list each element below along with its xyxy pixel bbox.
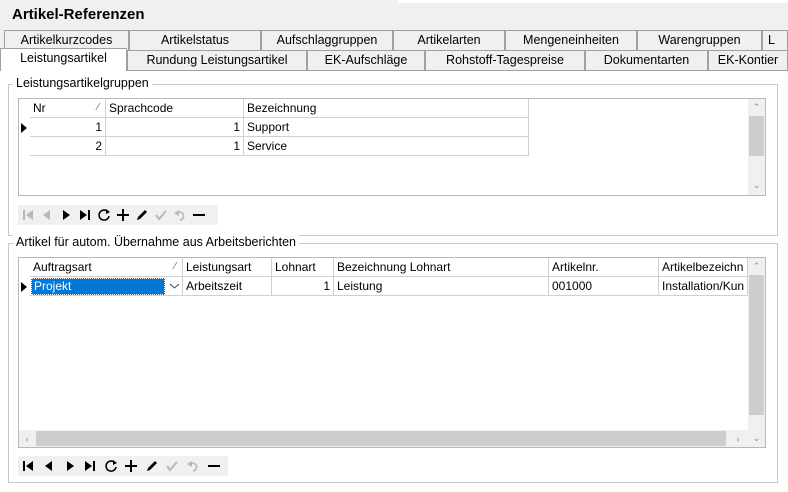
tab-artikelkurzcodes[interactable]: Artikelkurzcodes	[4, 30, 129, 50]
table-cell-lohnart[interactable]: 1	[272, 277, 334, 296]
grid-artikel-uebernahme[interactable]: Auftragsart ⁄ Leistungsart Lohnart Bezei…	[18, 257, 766, 448]
horizontal-scrollbar[interactable]: ‹ › ⌄	[19, 430, 765, 447]
window-top-edge	[398, 0, 788, 3]
tab-ek-aufschlaege[interactable]: EK-Aufschläge	[307, 50, 425, 70]
refresh-icon[interactable]	[101, 456, 121, 476]
auftragsart-dropdown-value[interactable]: Projekt	[31, 278, 165, 295]
tab-rohstoff-tagespreise[interactable]: Rohstoff-Tagespreise	[425, 50, 585, 70]
navigator-1	[18, 205, 218, 225]
group-title-leistungsartikelgruppen: Leistungsartikelgruppen	[13, 76, 152, 90]
table-cell-nr[interactable]: 1	[30, 118, 106, 137]
table-cell-artikelbezeichnung[interactable]: Installation/Kun	[659, 277, 748, 296]
table-cell-bezeichnung[interactable]: Service	[244, 137, 529, 156]
current-row-indicator-icon	[21, 123, 27, 133]
scroll-down-icon[interactable]: ⌄	[748, 179, 765, 191]
tab-l[interactable]: L	[762, 30, 788, 50]
cancel-icon[interactable]	[183, 456, 203, 476]
col-header-artikelnr[interactable]: Artikelnr.	[549, 258, 659, 277]
tab-leistungsartikel[interactable]: Leistungsartikel	[0, 48, 127, 71]
scroll-right-icon[interactable]: ›	[732, 433, 744, 445]
tab-ek-kontier[interactable]: EK-Kontier	[708, 50, 788, 70]
post-icon[interactable]	[162, 456, 182, 476]
first-icon[interactable]	[18, 456, 38, 476]
delete-icon[interactable]	[189, 205, 209, 225]
last-icon[interactable]	[80, 456, 100, 476]
last-icon[interactable]	[75, 205, 95, 225]
vertical-scrollbar[interactable]: ⌃	[748, 258, 765, 430]
tab-warengruppen[interactable]: Warengruppen	[637, 30, 762, 50]
table-cell-bezeichnung[interactable]: Support	[244, 118, 529, 137]
col-header-sprachcode[interactable]: Sprachcode	[106, 99, 244, 118]
group-title-artikel-uebernahme: Artikel für autom. Übernahme aus Arbeits…	[13, 235, 299, 249]
tab-content: Leistungsartikelgruppen Nr ⁄ Sprachcode …	[0, 70, 788, 492]
col-header-leistungsart[interactable]: Leistungsart	[183, 258, 272, 277]
col-header-lohnart[interactable]: Lohnart	[272, 258, 334, 277]
grid-leistungsartikelgruppen[interactable]: Nr ⁄ Sprachcode Bezeichnung 1 1 Support …	[18, 98, 766, 196]
scroll-up-icon[interactable]: ⌃	[748, 260, 765, 272]
prior-icon[interactable]	[39, 456, 59, 476]
current-row-indicator-icon	[21, 282, 27, 292]
edit-icon[interactable]	[132, 205, 152, 225]
cancel-icon[interactable]	[170, 205, 190, 225]
scroll-down-icon[interactable]: ⌄	[748, 432, 765, 444]
vertical-scrollbar[interactable]: ⌃ ⌄	[748, 99, 765, 195]
tab-artikelarten[interactable]: Artikelarten	[393, 30, 505, 50]
scroll-thumb[interactable]	[749, 275, 764, 415]
tab-aufschlaggruppen[interactable]: Aufschlaggruppen	[261, 30, 393, 50]
navigator-2	[18, 456, 228, 476]
col-header-artikelbezeichnung[interactable]: Artikelbezeichn	[659, 258, 748, 277]
col-header-bezeichnung-lohnart[interactable]: Bezeichnung Lohnart	[334, 258, 549, 277]
delete-icon[interactable]	[204, 456, 224, 476]
table-cell-artikelnr[interactable]: 001000	[549, 277, 659, 296]
scroll-thumb[interactable]	[749, 116, 764, 156]
table-cell-nr[interactable]: 2	[30, 137, 106, 156]
col-header-bezeichnung[interactable]: Bezeichnung	[244, 99, 529, 118]
first-icon[interactable]	[18, 205, 38, 225]
scroll-up-icon[interactable]: ⌃	[748, 101, 765, 113]
tab-mengeneinheiten[interactable]: Mengeneinheiten	[505, 30, 637, 50]
table-cell-leistungsart[interactable]: Arbeitszeit	[183, 277, 272, 296]
tab-artikelstatus[interactable]: Artikelstatus	[129, 30, 261, 50]
scroll-left-icon[interactable]: ‹	[21, 433, 33, 445]
table-cell-auftragsart[interactable]: Projekt	[30, 277, 183, 296]
table-cell-sprachcode[interactable]: 1	[106, 137, 244, 156]
table-cell-sprachcode[interactable]: 1	[106, 118, 244, 137]
window-title: Artikel-Referenzen	[12, 6, 145, 23]
tab-rundung-leistungsartikel[interactable]: Rundung Leistungsartikel	[127, 50, 307, 70]
group-artikel-uebernahme: Artikel für autom. Übernahme aus Arbeits…	[8, 235, 778, 483]
group-leistungsartikelgruppen: Leistungsartikelgruppen Nr ⁄ Sprachcode …	[8, 76, 778, 236]
edit-icon[interactable]	[142, 456, 162, 476]
refresh-icon[interactable]	[94, 205, 114, 225]
col-header-nr[interactable]: Nr ⁄	[30, 99, 106, 118]
next-icon[interactable]	[56, 205, 76, 225]
tab-dokumentarten[interactable]: Dokumentarten	[585, 50, 708, 70]
insert-icon[interactable]	[121, 456, 141, 476]
chevron-down-icon[interactable]	[167, 278, 182, 295]
prior-icon[interactable]	[37, 205, 57, 225]
col-header-auftragsart[interactable]: Auftragsart ⁄	[30, 258, 183, 277]
next-icon[interactable]	[60, 456, 80, 476]
sort-indicator-icon: ⁄	[97, 102, 99, 113]
h-scroll-thumb[interactable]	[36, 431, 726, 446]
post-icon[interactable]	[151, 205, 171, 225]
insert-icon[interactable]	[113, 205, 133, 225]
table-cell-bezeichnung-lohnart[interactable]: Leistung	[334, 277, 549, 296]
sort-indicator-icon: ⁄	[174, 261, 176, 272]
